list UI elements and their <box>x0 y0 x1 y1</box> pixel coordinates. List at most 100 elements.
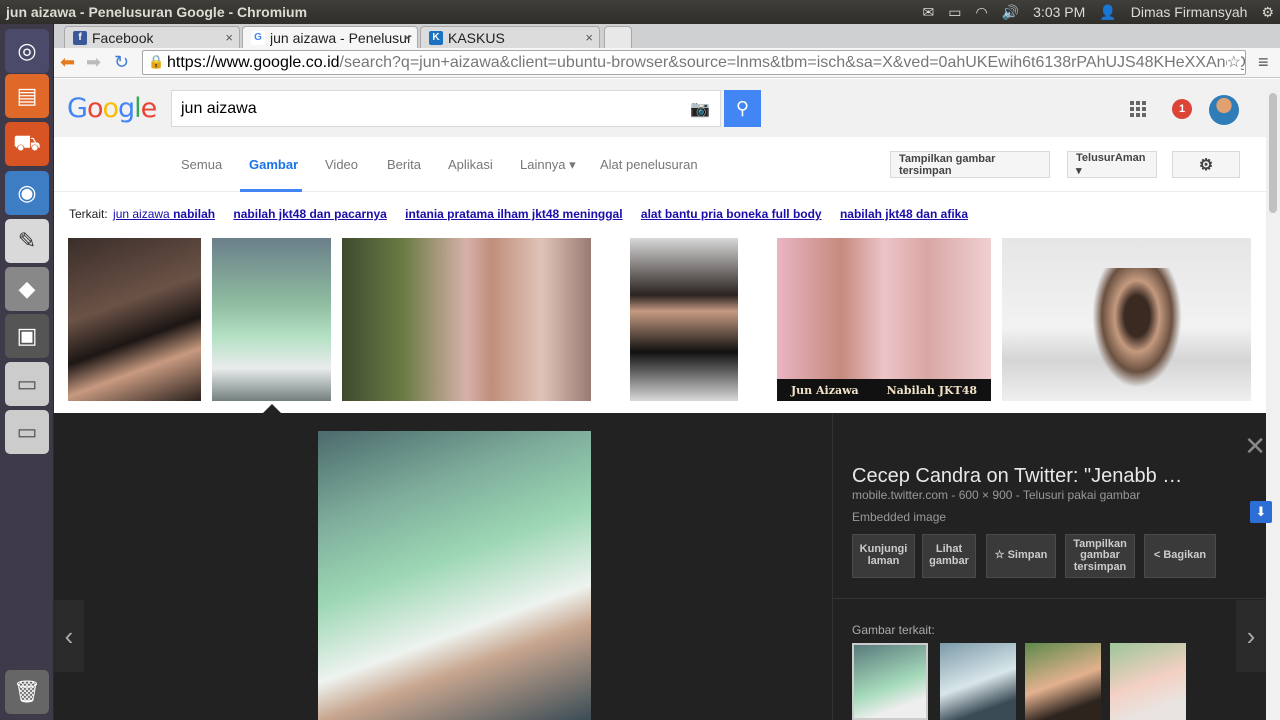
saved-images-button[interactable]: Tampilkan gambar tersimpan <box>890 151 1050 178</box>
browser-window: f Facebook × G jun aizawa - Penelusur × … <box>54 24 1280 720</box>
preview-image[interactable] <box>318 431 591 720</box>
tab-apps[interactable]: Aplikasi <box>448 157 493 172</box>
next-image-button[interactable]: › <box>1236 600 1266 672</box>
avatar[interactable] <box>1209 95 1239 125</box>
notifications-badge[interactable]: 1 <box>1172 99 1192 119</box>
image-result[interactable]: Jun Aizawa Nabilah JKT48 <box>777 238 991 401</box>
software-center-icon[interactable]: ⛟ <box>5 122 49 166</box>
close-icon[interactable]: ✕ <box>1244 431 1266 462</box>
search-nav-tabs: Semua Gambar Video Berita Aplikasi Lainn… <box>54 137 1280 192</box>
forward-icon[interactable]: ➡ <box>86 52 101 73</box>
related-link[interactable]: alat bantu pria boneka full body <box>641 207 822 221</box>
battery-icon[interactable]: ▭ <box>948 4 961 21</box>
tab-search-tools[interactable]: Alat penelusuran <box>600 157 698 172</box>
image-result[interactable] <box>1002 238 1251 401</box>
tab-images[interactable]: Gambar <box>249 157 298 172</box>
close-tab-icon[interactable]: × <box>585 30 593 45</box>
tab-more[interactable]: Lainnya ▾ <box>520 157 576 173</box>
reload-icon[interactable]: ↻ <box>114 52 129 73</box>
active-tab-indicator <box>240 189 302 192</box>
search-button[interactable]: ⚲ <box>724 90 761 127</box>
tab-kaskus[interactable]: K KASKUS × <box>420 26 600 48</box>
previous-image-button[interactable]: ‹ <box>54 600 84 672</box>
related-image[interactable] <box>1025 643 1101 720</box>
tab-video[interactable]: Video <box>325 157 358 172</box>
back-icon[interactable]: ⬅ <box>60 52 75 73</box>
power-gear-icon[interactable]: ⚙ <box>1261 4 1274 21</box>
related-link[interactable]: intania pratama ilham jkt48 meninggal <box>405 207 622 221</box>
drive-icon-2[interactable]: ▭ <box>5 410 49 454</box>
settings-button[interactable]: ⚙ <box>1172 151 1240 178</box>
image-result[interactable] <box>602 238 765 401</box>
preview-source[interactable]: mobile.twitter.com - 600 × 900 - Telusur… <box>852 488 1140 502</box>
visit-page-button[interactable]: Kunjungi laman <box>852 534 915 578</box>
tab-facebook[interactable]: f Facebook × <box>64 26 240 48</box>
tab-label: KASKUS <box>448 29 505 46</box>
google-logo[interactable]: Google <box>67 93 157 124</box>
related-image[interactable] <box>1110 643 1186 720</box>
page-info-icon[interactable]: 🔒 <box>148 54 164 70</box>
related-prefix: Terkait: <box>69 207 108 221</box>
image-result[interactable] <box>68 238 201 401</box>
share-button[interactable]: < Bagikan <box>1144 534 1216 578</box>
view-saved-button[interactable]: Tampilkan gambar tersimpan <box>1065 534 1135 578</box>
clock[interactable]: 3:03 PM <box>1033 4 1085 20</box>
tab-label: jun aizawa - Penelusur <box>270 29 412 46</box>
scrollbar-thumb[interactable] <box>1269 93 1277 213</box>
page-scrollbar[interactable] <box>1266 79 1280 720</box>
unity-launcher: ◎ ▤ ⛟ ◉ ✎ ◆ ▣ ▭ ▭ 🗑 <box>0 24 54 720</box>
related-link[interactable]: nabilah jkt48 dan pacarnya <box>233 207 386 221</box>
close-tab-icon[interactable]: × <box>225 30 233 45</box>
search-input[interactable]: jun aizawa 📷 <box>171 90 721 127</box>
chevron-left-icon: ‹ <box>64 620 74 651</box>
chromium-icon[interactable]: ◉ <box>5 171 49 215</box>
new-tab-button[interactable] <box>604 26 632 48</box>
tab-strip: f Facebook × G jun aizawa - Penelusur × … <box>54 24 1280 48</box>
bookmark-star-icon[interactable]: ☆ <box>1226 52 1241 72</box>
camera-icon[interactable]: 📷 <box>690 99 710 119</box>
apps-grid-icon[interactable] <box>1130 101 1146 117</box>
search-icon: ⚲ <box>735 98 750 118</box>
browser-toolbar: ⬅ ➡ ↻ 🔒 https://www.google.co.id/search?… <box>54 48 1280 78</box>
volume-icon[interactable]: 🔊 <box>1002 4 1019 21</box>
related-searches: Terkait: jun aizawa nabilah nabilah jkt4… <box>69 207 968 221</box>
tab-all[interactable]: Semua <box>181 157 222 172</box>
facebook-icon: f <box>73 30 87 45</box>
image-result[interactable] <box>342 238 591 401</box>
download-icon[interactable]: ⬇ <box>1250 501 1272 523</box>
google-images-page: Google jun aizawa 📷 ⚲ 1 Semua Gambar Vid… <box>54 79 1280 720</box>
related-image[interactable] <box>852 643 928 720</box>
related-image[interactable] <box>940 643 1016 720</box>
app-icon[interactable]: ◆ <box>5 267 49 311</box>
menu-icon[interactable]: ≡ <box>1258 52 1269 73</box>
window-title: jun aizawa - Penelusuran Google - Chromi… <box>6 4 308 20</box>
tab-news[interactable]: Berita <box>387 157 421 172</box>
image-metadata: ✕ Cecep Candra on Twitter: "Jenabb … mob… <box>832 413 1280 720</box>
preview-title[interactable]: Cecep Candra on Twitter: "Jenabb … <box>852 465 1182 488</box>
google-header: Google jun aizawa 📷 ⚲ 1 <box>54 79 1280 137</box>
drive-icon[interactable]: ▭ <box>5 362 49 406</box>
image-result[interactable] <box>212 238 331 401</box>
view-image-button[interactable]: Lihat gambar <box>922 534 976 578</box>
save-button[interactable]: ☆ Simpan <box>986 534 1056 578</box>
safe-search-button[interactable]: TelusurAman ▾ <box>1067 151 1157 178</box>
close-tab-icon[interactable]: × <box>403 30 411 45</box>
mail-icon[interactable]: ✉ <box>923 4 935 21</box>
trash-icon[interactable]: 🗑 <box>5 670 49 714</box>
chevron-right-icon: › <box>1246 620 1256 651</box>
tab-google-search[interactable]: G jun aizawa - Penelusur × <box>242 26 418 48</box>
wifi-icon[interactable]: ◠ <box>976 4 988 21</box>
thumb-caption: Nabilah JKT48 <box>886 383 978 397</box>
divider <box>833 598 1280 599</box>
text-editor-icon[interactable]: ✎ <box>5 219 49 263</box>
address-bar[interactable]: 🔒 https://www.google.co.id/search?q=jun+… <box>142 50 1246 75</box>
related-images-label: Gambar terkait: <box>852 623 935 637</box>
user-icon: 👤 <box>1099 3 1117 20</box>
related-link[interactable]: nabilah jkt48 dan afika <box>840 207 968 221</box>
tab-label: Facebook <box>92 29 154 46</box>
related-link[interactable]: jun aizawa nabilah <box>113 207 215 221</box>
user-name[interactable]: Dimas Firmansyah <box>1131 4 1248 20</box>
workspace-switcher-icon[interactable]: ▣ <box>5 314 49 358</box>
dash-home-icon[interactable]: ◎ <box>5 29 49 73</box>
files-icon[interactable]: ▤ <box>5 74 49 118</box>
